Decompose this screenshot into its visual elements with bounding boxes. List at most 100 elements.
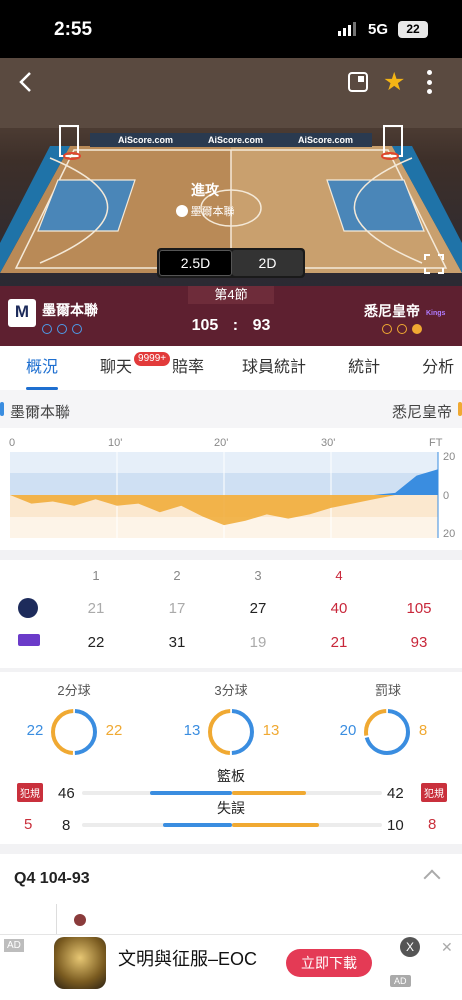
- away-q2: 31: [168, 634, 186, 651]
- ad-title[interactable]: 文明與征服–EOC: [118, 945, 257, 971]
- momentum-plot: [10, 452, 439, 538]
- away-team-name[interactable]: 悉尼皇帝: [364, 301, 420, 321]
- away-color-bar: [458, 402, 462, 416]
- away-score: 93: [252, 317, 271, 334]
- chevron-up-icon[interactable]: [423, 869, 441, 887]
- stat-title: 2分球: [57, 683, 91, 698]
- home-2pt: 22: [26, 722, 44, 739]
- network-type: 5G: [368, 21, 389, 38]
- away-turnovers: 10: [387, 817, 404, 834]
- banner-text: AiScore.com: [298, 135, 354, 145]
- stat-bar-label: 失誤: [217, 800, 245, 816]
- turnovers-away-fill: [232, 823, 319, 827]
- status-time: 2:55: [54, 19, 93, 40]
- tab-overview[interactable]: 概況: [26, 346, 59, 390]
- ring-ft: [364, 709, 410, 755]
- tab-bar: 概況 聊天 9999+ 賠率 球員統計 統計 分析: [0, 346, 462, 390]
- quarter-events-title: Q4 104-93: [14, 870, 90, 887]
- possession-indicator: 進攻 墨爾本聯: [150, 180, 260, 219]
- away-ft: 8: [418, 722, 428, 739]
- ad-tag: AD: [4, 939, 24, 952]
- view-2d-button[interactable]: 2D: [232, 250, 303, 276]
- tab-stats[interactable]: 統計: [348, 346, 380, 390]
- chat-badge: 9999+: [134, 352, 171, 366]
- tab-chat-label: 聊天: [100, 359, 133, 376]
- stat-title: 3分球: [214, 683, 248, 698]
- quarter-events-header[interactable]: Q4 104-93: [0, 854, 462, 904]
- quarter-score-table: 1 2 3 4 21 17 27 40 105 22 31 19 21 93: [0, 560, 462, 668]
- star-icon[interactable]: ★: [383, 67, 405, 97]
- home-q3: 27: [249, 600, 267, 617]
- ad-close-button[interactable]: X: [400, 937, 420, 957]
- away-foul-tag: 犯規: [421, 783, 447, 802]
- view-toggle: 2.5D 2D: [157, 248, 305, 278]
- tab-player-stats[interactable]: 球員統計: [242, 346, 306, 390]
- ad-banner[interactable]: AD 文明與征服–EOC 立即下載 X ✕ AD: [0, 934, 462, 1000]
- home-team-logo-small: [18, 598, 38, 618]
- live-court: ★ AiScore.com AiScore.com AiScore.com 進攻…: [0, 58, 462, 286]
- stat-title: 罰球: [374, 683, 401, 698]
- more-vertical-icon[interactable]: [425, 70, 433, 94]
- home-turnovers: 8: [62, 817, 71, 834]
- home-color-bar: [0, 402, 4, 416]
- home-q1: 21: [87, 600, 105, 617]
- app-icon[interactable]: [54, 937, 106, 989]
- ad-logo: AD: [390, 975, 411, 987]
- away-q3: 19: [249, 634, 267, 651]
- away-q1: 22: [87, 634, 105, 651]
- home-q2: 17: [168, 600, 186, 617]
- home-ft: 20: [339, 722, 357, 739]
- status-bar: 2:55 5G 22: [0, 0, 462, 58]
- close-icon[interactable]: ✕: [441, 939, 453, 956]
- tab-analysis[interactable]: 分析: [422, 346, 454, 390]
- tab-odds[interactable]: 賠率: [172, 346, 204, 390]
- away-team-logo: Kings: [426, 310, 446, 317]
- period-label: 第4節: [188, 286, 274, 304]
- momentum-home-label: 墨爾本聯: [10, 404, 71, 421]
- possession-label: 進攻: [191, 182, 219, 198]
- home-rebounds: 46: [58, 785, 75, 802]
- momentum-chart: 0 10' 20' 30' FT 20 0 20: [0, 428, 462, 550]
- away-timeouts: [382, 324, 422, 334]
- away-3pt: 13: [262, 722, 280, 739]
- momentum-header: 墨爾本聯 悉尼皇帝: [0, 390, 462, 428]
- scoreboard: 第4節 M 墨爾本聯 105 : 93 悉尼皇帝 Kings: [0, 286, 462, 346]
- team-logo-icon: [175, 205, 188, 217]
- page: 2:55 5G 22 ★ AiScore.com AiScore.com AiS…: [0, 0, 462, 1000]
- away-rebounds: 42: [387, 785, 404, 802]
- home-foul-tag: 犯規: [17, 783, 43, 802]
- tab-chat[interactable]: 聊天 9999+: [100, 346, 171, 390]
- away-team-logo-small: [18, 634, 40, 646]
- picture-in-picture-icon[interactable]: [348, 72, 368, 92]
- rebounds-track: [82, 791, 382, 795]
- signal-icon: [338, 22, 356, 36]
- download-button[interactable]: 立即下載: [286, 949, 372, 977]
- view-2-5d-button[interactable]: 2.5D: [159, 250, 232, 276]
- away-2pt: 22: [105, 722, 123, 739]
- chevron-left-icon: [19, 72, 31, 92]
- back-button[interactable]: [16, 70, 38, 94]
- rebounds-home-fill: [150, 791, 232, 795]
- home-total: 105: [406, 600, 432, 617]
- home-q4: 40: [330, 600, 348, 617]
- banner-text: AiScore.com: [118, 135, 174, 145]
- banner-text: AiScore.com: [208, 135, 264, 145]
- fullscreen-icon[interactable]: [424, 254, 444, 274]
- stat-bar-label: 籃板: [217, 768, 245, 784]
- quarter-event-row: [0, 904, 462, 936]
- away-total: 93: [410, 634, 428, 651]
- quarter-header: 2: [173, 568, 181, 583]
- score-separator: :: [232, 317, 239, 334]
- ring-3pt: [208, 709, 254, 755]
- rebounds-away-fill: [232, 791, 307, 795]
- possession-team: 墨爾本聯: [190, 206, 235, 218]
- battery-icon: 22: [398, 21, 428, 38]
- home-score: 105: [191, 317, 219, 334]
- momentum-away-label: 悉尼皇帝: [391, 404, 452, 421]
- home-3pt: 13: [183, 722, 201, 739]
- turnovers-track: [82, 823, 382, 827]
- turnovers-home-fill: [162, 823, 232, 827]
- team-stats: 2分球 3分球 罰球 22 22 13 13 20 8 犯規 5 犯規 8 籃板…: [0, 672, 462, 844]
- away-q4: 21: [330, 634, 348, 651]
- quarter-header: 3: [254, 568, 262, 583]
